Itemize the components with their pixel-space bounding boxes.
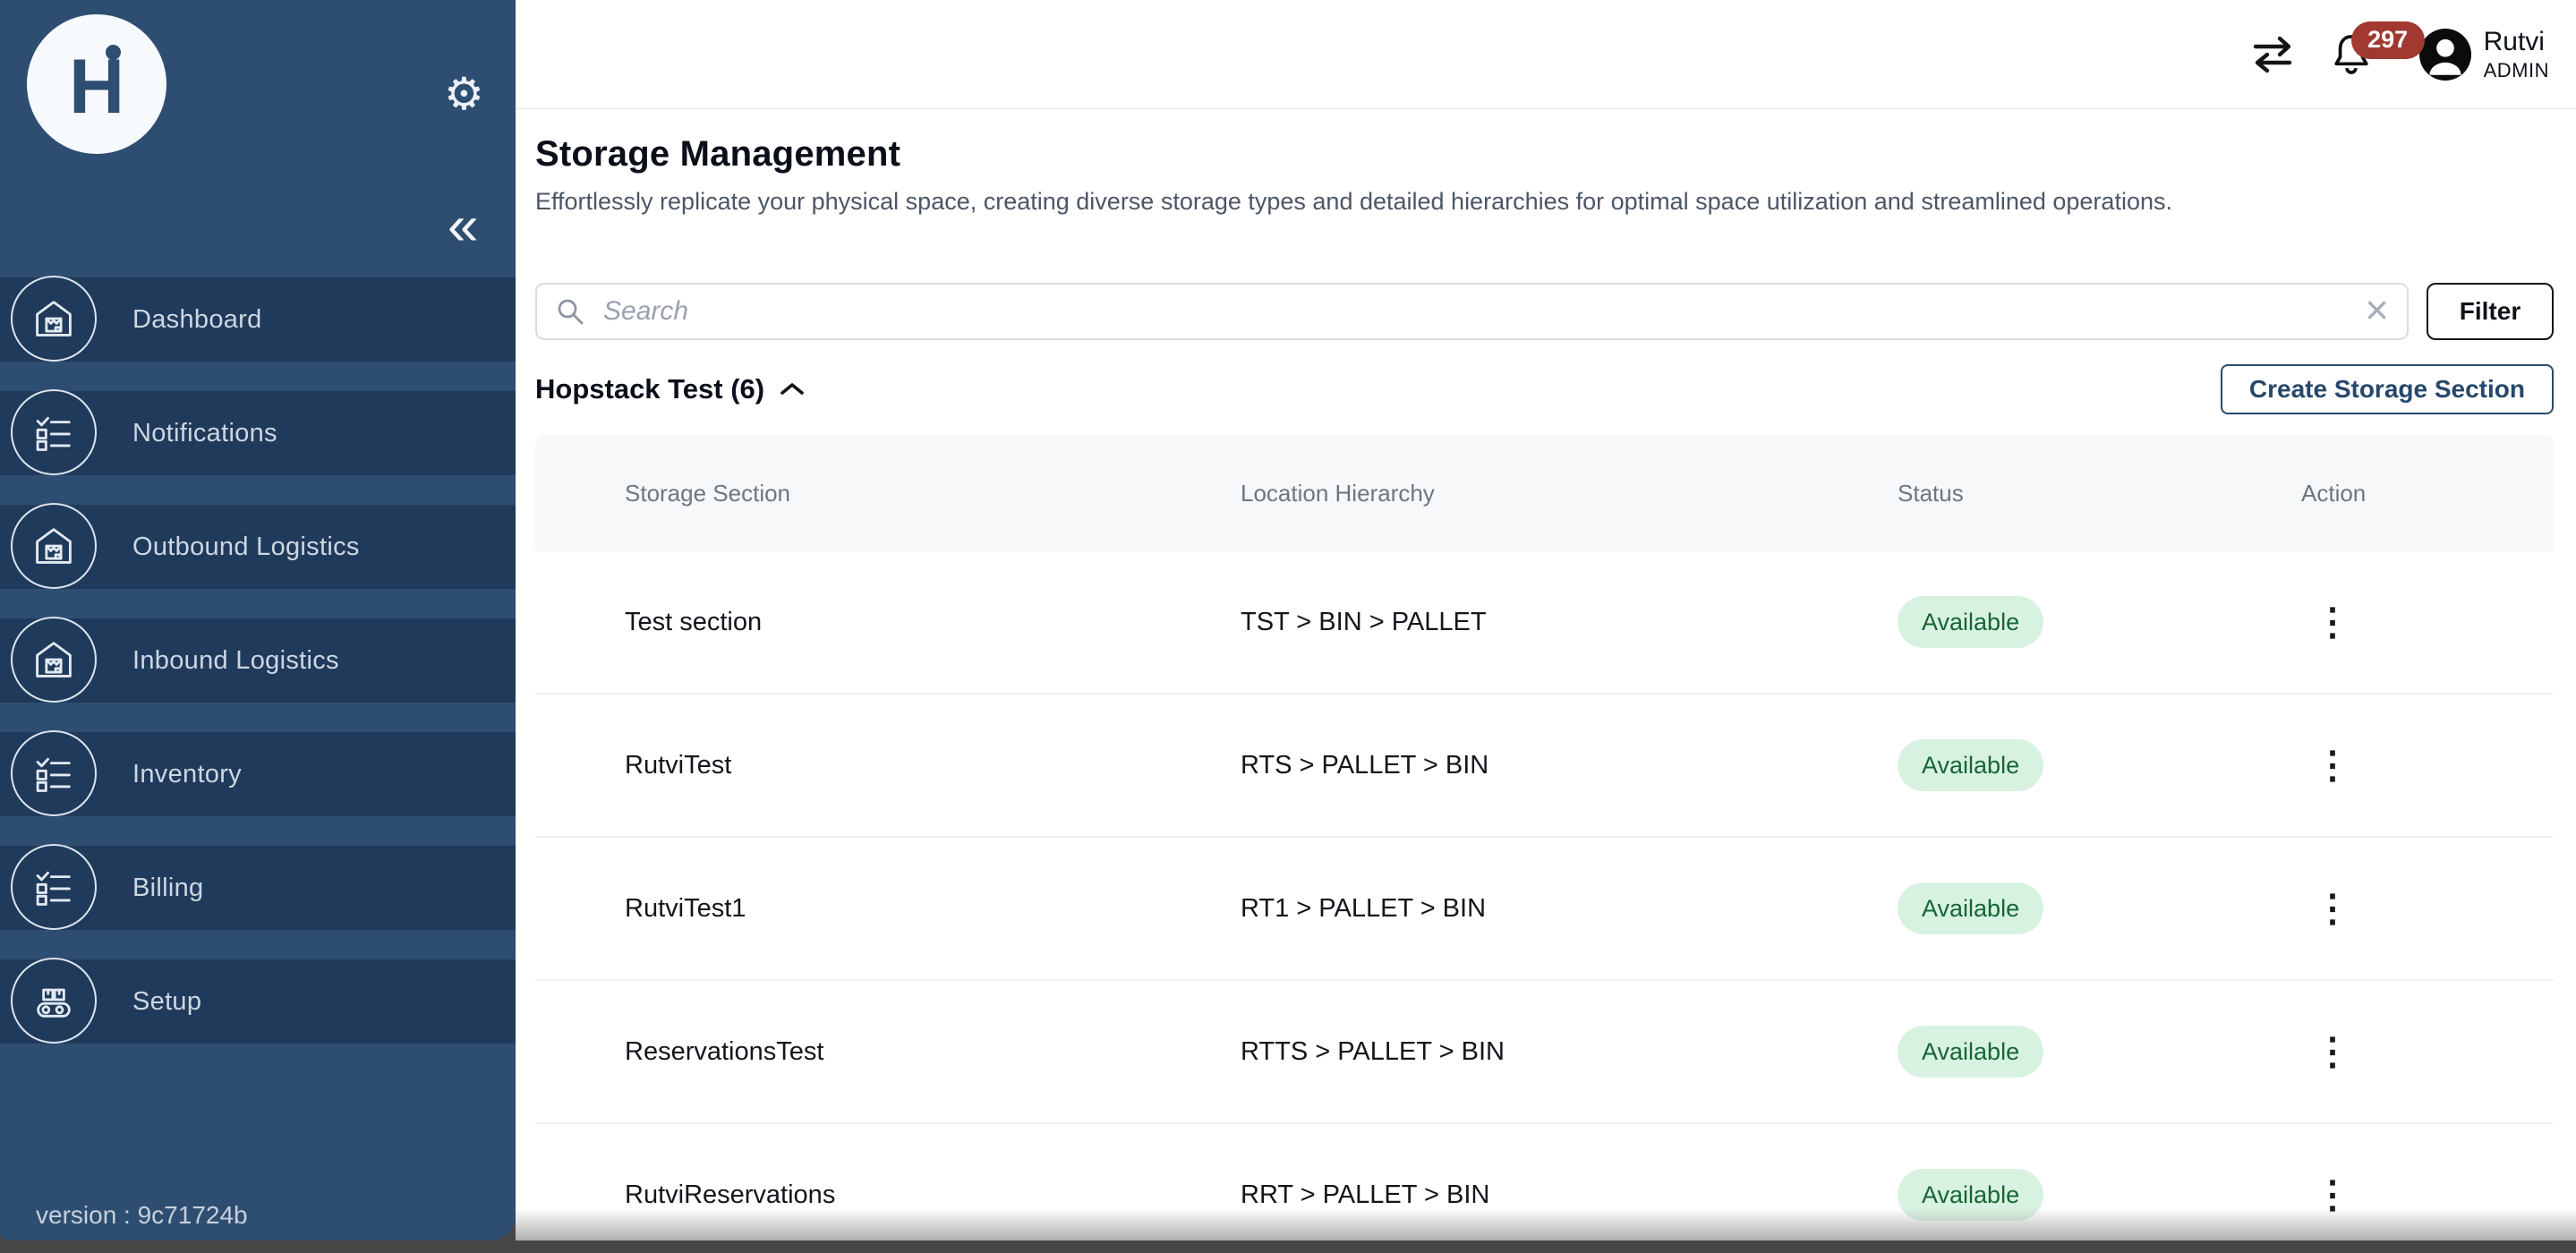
sidebar: H ⚙ « Dashboard Notifications <box>0 0 516 1240</box>
location-hierarchy: RTTS > PALLET > BIN <box>1241 1037 1898 1067</box>
table-row: RutviReservations RRT > PALLET > BIN Ava… <box>535 1124 2554 1240</box>
group-header-toggle[interactable]: Hopstack Test (6) <box>535 373 806 405</box>
user-name: Rutvi <box>2484 27 2549 57</box>
storage-section-name: RutviReservations <box>625 1181 1241 1210</box>
sidebar-item-setup[interactable]: Setup <box>0 959 516 1044</box>
create-storage-section-button[interactable]: Create Storage Section <box>2221 364 2554 414</box>
storage-section-name: RutviTest1 <box>625 894 1241 924</box>
storage-sections-table: Storage Section Location Hierarchy Statu… <box>535 435 2554 1240</box>
kebab-menu-icon[interactable]: ⋮ <box>2314 603 2351 641</box>
main-area: 297 Rutvi ADMIN Storage Management Effor… <box>516 0 2576 1240</box>
storage-section-name: Test section <box>625 608 1241 637</box>
collapse-sidebar-icon[interactable]: « <box>448 199 478 254</box>
warehouse-icon <box>11 617 97 703</box>
status-badge: Available <box>1898 882 2043 934</box>
sidebar-item-inbound-logistics[interactable]: Inbound Logistics <box>0 618 516 703</box>
sidebar-item-label: Dashboard <box>132 305 262 335</box>
logo-letter: H <box>69 48 124 125</box>
filter-button[interactable]: Filter <box>2427 283 2554 340</box>
location-hierarchy: TST > BIN > PALLET <box>1241 608 1898 637</box>
checklist-icon <box>11 730 97 816</box>
hopstack-logo: H <box>27 14 166 154</box>
sidebar-item-dashboard[interactable]: Dashboard <box>0 277 516 362</box>
column-header-storage-section: Storage Section <box>625 480 1241 507</box>
user-info[interactable]: Rutvi ADMIN <box>2484 27 2549 82</box>
swap-arrows-icon[interactable] <box>2249 35 2296 74</box>
settings-gear-icon[interactable]: ⚙ <box>444 72 484 116</box>
status-badge: Available <box>1898 1169 2043 1221</box>
conveyor-icon <box>11 958 97 1044</box>
sidebar-item-label: Notifications <box>132 419 277 448</box>
page-subtitle: Effortlessly replicate your physical spa… <box>535 186 2554 217</box>
search-row: × Filter <box>535 283 2554 340</box>
column-header-action: Action <box>2301 480 2554 507</box>
sidebar-item-label: Billing <box>132 874 203 903</box>
topbar: 297 Rutvi ADMIN <box>516 0 2576 109</box>
table-row: RutviTest1 RT1 > PALLET > BIN Available … <box>535 838 2554 981</box>
user-role: ADMIN <box>2484 59 2549 82</box>
page-content: Storage Management Effortlessly replicat… <box>516 109 2576 1240</box>
column-header-location-hierarchy: Location Hierarchy <box>1241 480 1898 507</box>
kebab-menu-icon[interactable]: ⋮ <box>2314 890 2351 927</box>
notifications-bell-icon[interactable]: 297 <box>2328 30 2375 79</box>
version-text: version : 9c71724b <box>36 1201 248 1230</box>
sidebar-item-notifications[interactable]: Notifications <box>0 391 516 475</box>
location-hierarchy: RTS > PALLET > BIN <box>1241 751 1898 780</box>
sidebar-item-label: Inbound Logistics <box>132 646 339 676</box>
sidebar-item-label: Inventory <box>132 760 242 789</box>
table-row: RutviTest RTS > PALLET > BIN Available ⋮ <box>535 695 2554 838</box>
sidebar-item-label: Outbound Logistics <box>132 533 360 562</box>
sidebar-item-label: Setup <box>132 987 201 1017</box>
page-title: Storage Management <box>535 132 2554 175</box>
storage-section-name: ReservationsTest <box>625 1037 1241 1067</box>
search-input[interactable] <box>535 283 2409 340</box>
sidebar-item-outbound-logistics[interactable]: Outbound Logistics <box>0 505 516 589</box>
warehouse-icon <box>11 503 97 589</box>
table-row: ReservationsTest RTTS > PALLET > BIN Ava… <box>535 981 2554 1124</box>
chevron-up-icon <box>779 381 806 397</box>
status-badge: Available <box>1898 1026 2043 1078</box>
group-title: Hopstack Test (6) <box>535 373 764 405</box>
search-box: × <box>535 283 2409 340</box>
location-hierarchy: RT1 > PALLET > BIN <box>1241 894 1898 924</box>
app-window: H ⚙ « Dashboard Notifications <box>0 0 2576 1240</box>
location-hierarchy: RRT > PALLET > BIN <box>1241 1181 1898 1210</box>
warehouse-icon <box>11 276 97 362</box>
checklist-icon <box>11 389 97 475</box>
kebab-menu-icon[interactable]: ⋮ <box>2314 1033 2351 1070</box>
group-row: Hopstack Test (6) Create Storage Section <box>535 363 2554 415</box>
kebab-menu-icon[interactable]: ⋮ <box>2314 746 2351 784</box>
user-avatar-icon[interactable] <box>2419 29 2471 81</box>
sidebar-item-inventory[interactable]: Inventory <box>0 732 516 816</box>
notification-count-badge: 297 <box>2351 21 2425 59</box>
table-header: Storage Section Location Hierarchy Statu… <box>535 435 2554 551</box>
storage-section-name: RutviTest <box>625 751 1241 780</box>
sidebar-nav: Dashboard Notifications Outbound Logisti… <box>0 277 516 1073</box>
logo-dot <box>106 45 121 60</box>
checklist-icon <box>11 844 97 930</box>
clear-search-icon[interactable]: × <box>2365 286 2389 334</box>
table-row: Test section TST > BIN > PALLET Availabl… <box>535 551 2554 695</box>
status-badge: Available <box>1898 739 2043 791</box>
column-header-status: Status <box>1898 480 2301 507</box>
sidebar-item-billing[interactable]: Billing <box>0 846 516 930</box>
status-badge: Available <box>1898 596 2043 648</box>
search-icon <box>555 296 585 331</box>
kebab-menu-icon[interactable]: ⋮ <box>2314 1176 2351 1214</box>
